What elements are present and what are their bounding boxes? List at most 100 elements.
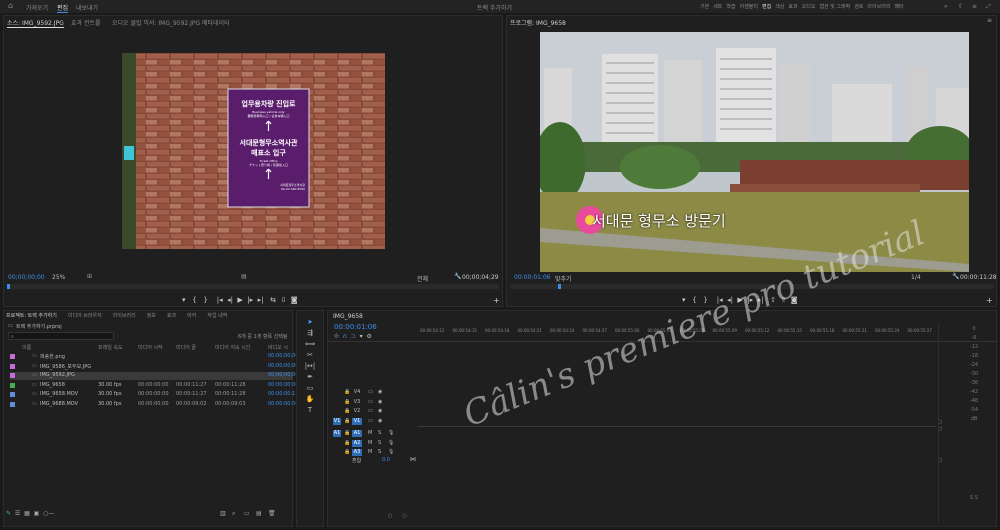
share-icon[interactable]: ⇧ [958,3,963,10]
mute-button[interactable]: M [368,449,372,455]
program-timecode[interactable]: 00:00:01:06 [514,274,551,281]
mark-out-icon[interactable]: } [703,296,707,304]
eye-icon[interactable]: ◉ [378,389,382,395]
source-patch-v1[interactable]: V1 [333,417,341,425]
project-search-input[interactable]: ⌕ [8,332,114,340]
track-target-a1[interactable]: A1 [352,430,362,437]
zoom-slider[interactable]: ○— [43,510,54,517]
source-patch-a1[interactable]: A1 [333,430,341,437]
add-marker-icon[interactable]: ▾ [182,296,186,304]
track-header-a3[interactable]: 🔒 A3 M S 🎙 [328,449,418,458]
col-fps[interactable]: 프레임 속도 [98,344,123,351]
rectangle-tool-icon[interactable]: ▭ [300,383,320,394]
lock-icon[interactable]: 🔒 [344,389,350,395]
linked-icon[interactable]: ⊃ [351,333,356,340]
marker-icon[interactable]: ▤ [241,273,247,280]
source-zoom-select[interactable]: 25% [52,274,65,281]
settings-icon[interactable]: ⊞ [87,273,92,280]
col-media-start[interactable]: 미디어 시작 [138,344,163,351]
camera-icon[interactable]: ◙ [291,296,298,304]
camera-icon[interactable]: ◙ [791,296,798,304]
sync-lock-icon[interactable]: ▭ [368,399,373,405]
track-header-v2[interactable]: 🔒 V2 ▭ ◉ [328,408,418,417]
sync-lock-icon[interactable]: ▭ [368,408,373,414]
col-media-duration[interactable]: 미디어 지속 시간 [215,344,250,351]
label-color-swatch[interactable] [10,382,15,388]
project-item-row[interactable]: ▭ IMG_9586_포두모.JPG 00;00;00;00 [10,363,299,371]
panel-menu-icon[interactable]: ≡ [987,17,992,24]
workspace-6[interactable]: 효과 [788,4,797,10]
mix-value[interactable]: 0.0 [382,457,390,463]
icon-view-icon[interactable]: ▦ [24,510,30,517]
workspace-10[interactable]: 라이브러리 [867,4,890,10]
solo-button[interactable]: S [378,430,381,436]
mark-in-icon[interactable]: { [692,296,696,304]
tab-timeline-sequence[interactable]: IMG_9658 [333,313,363,320]
label-color-swatch[interactable] [10,363,15,369]
workspace-8[interactable]: 캡션 및 그래픽 [819,4,850,10]
add-marker-icon[interactable]: ▾ [682,296,686,304]
pen-tool-icon[interactable]: ✒ [300,372,320,383]
workspaces-menu-icon[interactable]: » [944,3,948,10]
selection-tool-icon[interactable]: ➤ [300,317,320,328]
go-to-out-icon[interactable]: ▸| [258,296,264,304]
label-color-swatch[interactable] [10,354,15,359]
wrench-icon[interactable]: 🔧 [952,273,959,280]
step-forward-icon[interactable]: |▸ [247,296,253,304]
tab-import[interactable]: 가져오기 [26,3,48,12]
tab-metadata[interactable]: 메타데이터 [202,18,230,27]
lock-icon[interactable]: 🔒 [344,440,350,446]
track-target-v2[interactable]: V2 [352,408,362,415]
freeform-view-icon[interactable]: ▣ [34,510,40,517]
snap-icon[interactable]: ∩ [343,333,347,340]
tab-edit[interactable]: 편집 [57,3,69,13]
go-to-in-icon[interactable]: |◂ [717,296,723,304]
type-tool-icon[interactable]: T [300,405,320,416]
workspace-7[interactable]: 오디오 [802,4,816,10]
slip-tool-icon[interactable]: |↔| [300,361,320,372]
go-to-in-icon[interactable]: |◂ [217,296,223,304]
source-timecode[interactable]: 00;00;00;00 [8,274,45,281]
project-tab-6[interactable]: 작업 내역 [207,313,227,319]
play-icon[interactable]: ▶ [737,296,742,304]
track-header-v4[interactable]: 🔒 V4 ▭ ◉ [328,389,418,398]
project-tab-0[interactable]: 프로젝트: 트랙 추가하기 [6,313,57,319]
add-marker-icon[interactable]: ▾ [360,333,363,340]
workspace-11[interactable]: 메타 [894,4,903,10]
microphone-icon[interactable]: 🎙 [388,440,394,446]
home-icon[interactable]: ⌂ [8,1,13,10]
track-target-v4[interactable]: V4 [352,389,362,396]
track-header-a2[interactable]: 🔒 A2 M S 🎙 [328,439,418,449]
horizontal-scrollbar[interactable]: ○ ○ [388,513,933,519]
project-item-row[interactable]: ▭ 파송한.png 00;00;00;00 [10,353,299,361]
project-item-row[interactable]: ▭ IMG_9592.JPG 00;00;00;00 [10,372,299,380]
program-resolution-select[interactable]: 1/4 [911,274,921,281]
lock-icon[interactable]: 🔒 [344,408,350,414]
pencil-icon[interactable]: ✎ [6,510,11,517]
solo-button[interactable]: S [378,449,381,455]
project-tab-1[interactable]: 미디어 브라우저 [68,313,102,319]
eye-icon[interactable]: ◉ [378,399,382,405]
mark-out-icon[interactable]: } [203,296,207,304]
razor-tool-icon[interactable]: ✂ [300,350,320,361]
project-tab-4[interactable]: 효과 [167,313,176,319]
col-video-start[interactable]: 비디오 시 [268,344,288,351]
eye-icon[interactable]: ◉ [378,418,382,424]
eye-icon[interactable]: ◉ [378,408,382,414]
fullscreen-icon[interactable]: ⤢ [986,3,991,11]
hand-tool-icon[interactable]: ✋ [300,394,320,405]
timeline-ruler[interactable]: 00:00:54:12 00:00:54:15 00:00:54:18 00:00:5… [420,328,940,336]
tab-program[interactable]: 프로그램: IMG_9658 [510,18,566,27]
project-tab-3[interactable]: 정보 [147,313,156,319]
ripple-edit-tool-icon[interactable]: ⟺ [300,339,320,350]
solo-button[interactable]: S [378,440,381,446]
track-target-v3[interactable]: V3 [352,399,362,406]
lock-icon[interactable]: 🔒 [344,399,350,405]
overwrite-icon[interactable]: ⇩ [280,296,286,304]
program-fit-select[interactable]: 맞추기 [555,274,572,283]
project-tab-5[interactable]: 마커 [187,313,196,319]
tab-audio-clip-mixer[interactable]: 오디오 클립 믹서: IMG_9592.JPG [112,18,200,27]
workspace-3[interactable]: 어셈블리 [740,4,758,10]
project-item-row[interactable]: ▭ IMG_9688.MOV 30.00 fps 00:00:00:00 00:00:0… [10,401,299,409]
col-media-end[interactable]: 미디어 끝 [176,344,196,351]
